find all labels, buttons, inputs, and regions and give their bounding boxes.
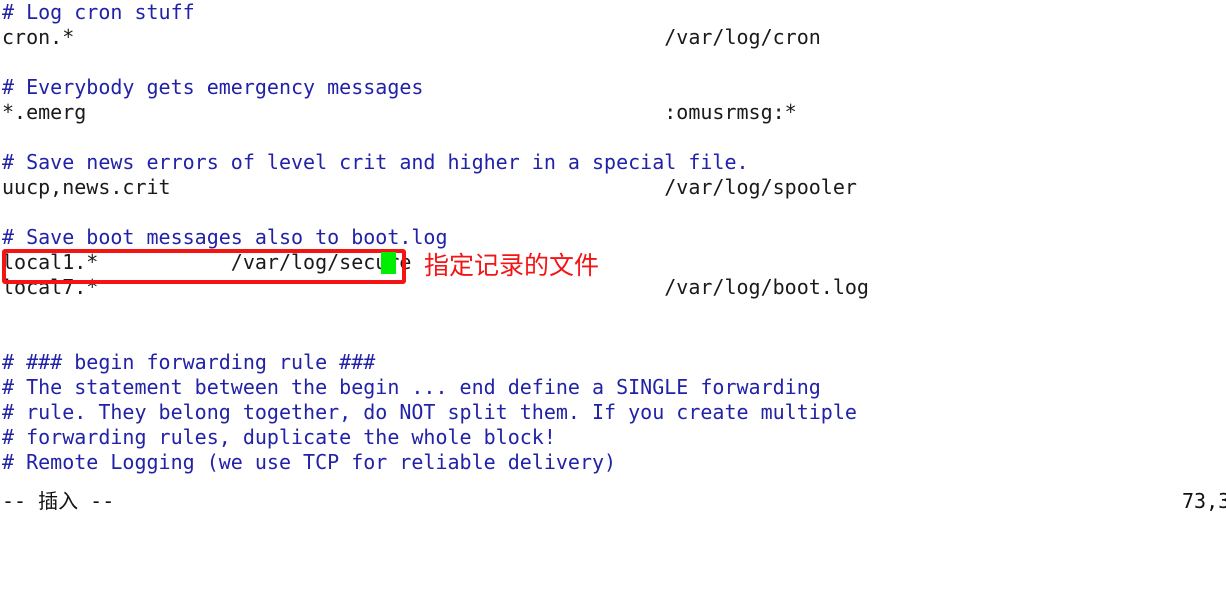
cursor-position-indicator: 73,3 <box>1182 489 1226 513</box>
buffer-line[interactable]: # ### begin forwarding rule ### <box>0 350 1226 375</box>
buffer-line[interactable]: cron.* /var/log/cron <box>0 25 1226 50</box>
terminal-window: # Log cron stuff cron.* /var/log/cron # Ev… <box>0 0 1226 517</box>
buffer-line[interactable]: uucp,news.crit /var/log/spooler <box>0 175 1226 200</box>
buffer-line[interactable]: # Save boot messages also to boot.log <box>0 225 1226 250</box>
buffer-line[interactable]: # Remote Logging (we use TCP for reliabl… <box>0 450 1226 475</box>
vim-mode-indicator: -- 插入 -- <box>2 489 115 513</box>
buffer-line[interactable]: # The statement between the begin ... en… <box>0 375 1226 400</box>
buffer-line[interactable] <box>0 325 1226 350</box>
buffer-line[interactable]: # Everybody gets emergency messages <box>0 75 1226 100</box>
buffer-line[interactable] <box>0 50 1226 75</box>
text-cursor <box>381 252 396 274</box>
buffer-line[interactable]: # forwarding rules, duplicate the whole … <box>0 425 1226 450</box>
buffer-line[interactable] <box>0 125 1226 150</box>
buffer-line[interactable]: # Save news errors of level crit and hig… <box>0 150 1226 175</box>
buffer-line[interactable]: local7.* /var/log/boot.log <box>0 275 1226 300</box>
buffer-line[interactable]: local1.* /var/log/secure <box>0 250 1226 275</box>
vim-text-buffer[interactable]: # Log cron stuff cron.* /var/log/cron # Ev… <box>0 0 1226 475</box>
buffer-line[interactable]: # rule. They belong together, do NOT spl… <box>0 400 1226 425</box>
annotation-secure-note: 指定记录的文件 <box>424 251 600 280</box>
vim-status-line: -- 插入 -- 73,3 <box>0 485 1226 517</box>
buffer-line[interactable]: *.emerg :omusrmsg:* <box>0 100 1226 125</box>
buffer-line[interactable]: # Log cron stuff <box>0 0 1226 25</box>
buffer-line[interactable] <box>0 200 1226 225</box>
buffer-line[interactable] <box>0 300 1226 325</box>
